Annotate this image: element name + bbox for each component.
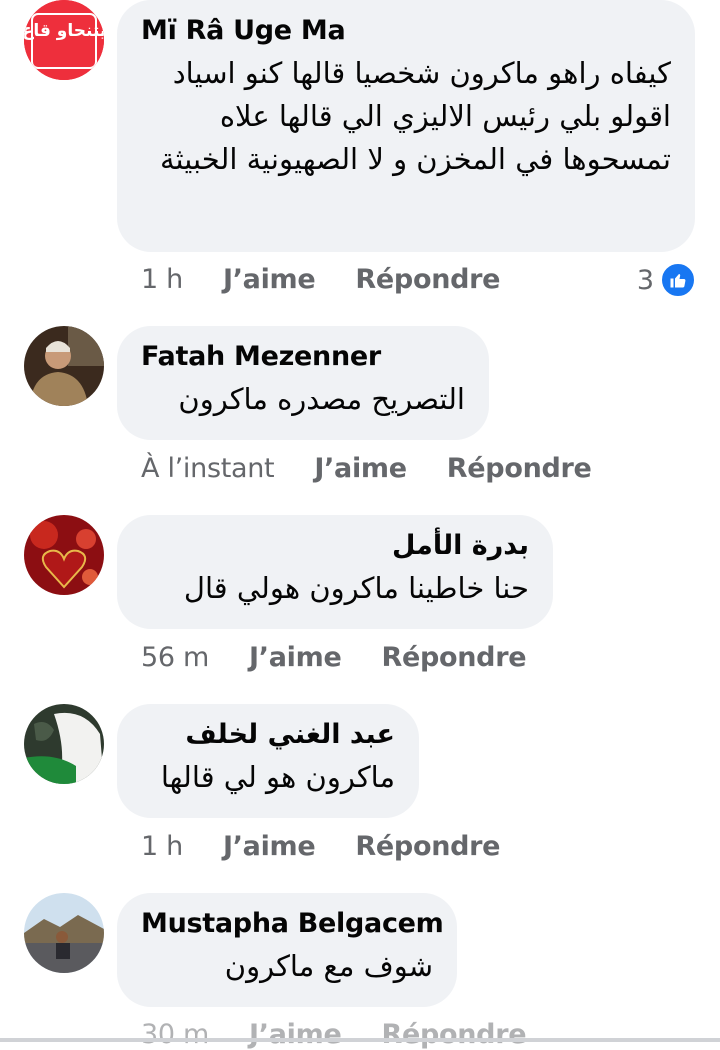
avatar[interactable] (24, 515, 104, 595)
comment-text: التصريح مصدره ماكرون (178, 382, 465, 416)
comment-author[interactable]: Fatah Mezenner (141, 340, 465, 374)
reaction-count: 3 (636, 264, 654, 296)
comment-bubble: Fatah Mezenner التصريح مصدره ماكرون (117, 326, 489, 440)
comment-bubble: Mustapha Belgacem شوف مع ماكرون (117, 893, 457, 1007)
comment-author[interactable]: عبد الغني لخلف (141, 718, 395, 752)
reply-button[interactable]: Répondre (381, 642, 526, 673)
avatar-logo-text: يتنحاو قاع (24, 21, 104, 41)
comment-time[interactable]: À l’instant (141, 453, 275, 484)
comment-actions: À l’instant J’aime Répondre (141, 453, 592, 484)
comment-text: شوف مع ماكرون (224, 949, 433, 983)
reaction-summary[interactable]: 3 (637, 262, 696, 298)
avatar[interactable] (24, 326, 104, 406)
comment-author[interactable]: Mï Râ Uge Ma (141, 14, 671, 48)
comment-time[interactable]: 30 m (141, 1019, 209, 1050)
comment-bubble: Mï Râ Uge Ma كيفاه راهو ماكرون شخصيا قال… (117, 0, 695, 252)
avatar-image (24, 704, 104, 784)
comment-time[interactable]: 1 h (141, 264, 183, 295)
comment-text: كيفاه راهو ماكرون شخصيا قالها كنو اسياد … (159, 56, 671, 176)
comment-time[interactable]: 1 h (141, 831, 183, 862)
reply-button[interactable]: Répondre (381, 1019, 526, 1050)
comment-time[interactable]: 56 m (141, 642, 209, 673)
comment-text: حنا خاطينا ماكرون هولي قال (183, 571, 529, 605)
comment-bubble: عبد الغني لخلف ماكرون هو لي قالها (117, 704, 419, 818)
comment-author[interactable]: Mustapha Belgacem (141, 907, 444, 941)
avatar-image (24, 326, 104, 406)
like-button[interactable]: J’aime (249, 642, 342, 673)
like-button[interactable]: J’aime (223, 264, 316, 295)
like-button[interactable]: J’aime (223, 831, 316, 862)
avatar[interactable]: يتنحاو قاع (24, 0, 104, 80)
thumbs-up-icon (660, 262, 696, 298)
comment-text: ماكرون هو لي قالها (160, 760, 395, 794)
reply-button[interactable]: Répondre (355, 264, 500, 295)
reply-button[interactable]: Répondre (355, 831, 500, 862)
comment-actions: 56 m J’aime Répondre (141, 642, 527, 673)
comment-actions: 1 h J’aime Répondre (141, 264, 500, 295)
reply-button[interactable]: Répondre (447, 453, 592, 484)
comment-actions: 30 m J’aime Répondre (141, 1019, 527, 1050)
avatar[interactable] (24, 704, 104, 784)
like-button[interactable]: J’aime (314, 453, 407, 484)
comment-bubble: بدرة الأمل حنا خاطينا ماكرون هولي قال (117, 515, 553, 629)
like-button[interactable]: J’aime (249, 1019, 342, 1050)
bottom-divider (0, 1038, 720, 1042)
avatar-image (24, 515, 104, 595)
comment-actions: 1 h J’aime Répondre (141, 831, 500, 862)
comment-author[interactable]: بدرة الأمل (141, 529, 529, 563)
avatar-image: يتنحاو قاع (24, 0, 104, 80)
avatar[interactable] (24, 893, 104, 973)
avatar-image (24, 893, 104, 973)
